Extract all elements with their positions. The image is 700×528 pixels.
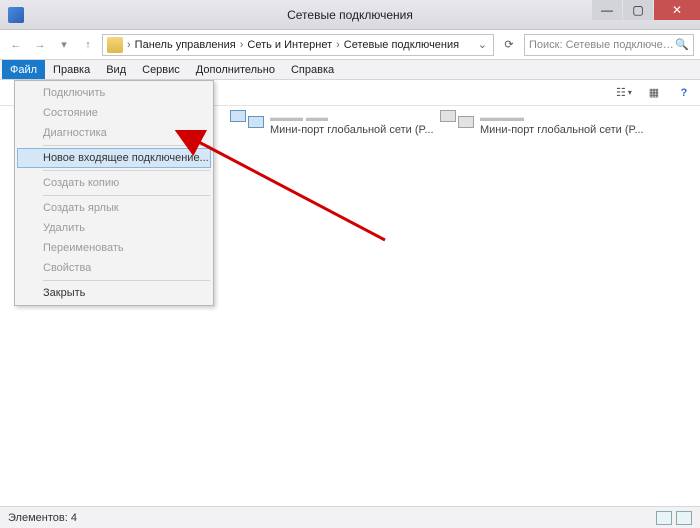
connection-subtitle: Мини-порт глобальной сети (P... — [270, 124, 434, 136]
nav-up-button[interactable]: ↑ — [78, 35, 98, 55]
status-text: Элементов: 4 — [8, 512, 77, 524]
menu-view[interactable]: Вид — [98, 60, 134, 79]
menu-item-connect[interactable]: Подключить — [17, 83, 211, 103]
file-menu-dropdown: Подключить Состояние Диагностика Новое в… — [14, 80, 214, 306]
folder-icon — [107, 37, 123, 53]
menu-item-copy[interactable]: Создать копию — [17, 173, 211, 193]
chevron-right-icon: › — [238, 39, 246, 51]
menu-item-rename[interactable]: Переименовать — [17, 238, 211, 258]
address-bar[interactable]: › Панель управления › Сеть и Интернет › … — [102, 34, 494, 56]
menu-item-new-incoming-connection[interactable]: Новое входящее подключение... — [17, 148, 211, 168]
breadcrumb-segment[interactable]: Панель управления — [135, 39, 236, 51]
menu-item-delete[interactable]: Удалить — [17, 218, 211, 238]
details-view-icon[interactable] — [656, 511, 672, 525]
status-view-icons — [656, 511, 692, 525]
window-title: Сетевые подключения — [287, 8, 413, 22]
close-button[interactable]: ✕ — [654, 0, 700, 20]
menu-help[interactable]: Справка — [283, 60, 342, 79]
network-connection-icon — [440, 110, 474, 138]
menu-tools[interactable]: Сервис — [134, 60, 188, 79]
menu-item-properties[interactable]: Свойства — [17, 258, 211, 278]
menubar: Файл Правка Вид Сервис Дополнительно Спр… — [0, 60, 700, 80]
breadcrumb-segment[interactable]: Сетевые подключения — [344, 39, 459, 51]
menu-separator — [43, 280, 210, 281]
breadcrumb-dropdown[interactable]: ⌄ — [476, 38, 489, 51]
nav-history-dropdown[interactable]: ▾ — [54, 35, 74, 55]
titlebar: Сетевые подключения — ▢ ✕ — [0, 0, 700, 30]
connection-title: ▬▬▬ ▬▬ — [270, 112, 434, 124]
search-icon: 🔍 — [675, 38, 689, 51]
minimize-button[interactable]: — — [592, 0, 622, 20]
menu-separator — [43, 195, 210, 196]
status-bar: Элементов: 4 — [0, 506, 700, 528]
connection-subtitle: Мини-порт глобальной сети (P... — [480, 124, 644, 136]
menu-file[interactable]: Файл — [2, 60, 45, 79]
menu-extra[interactable]: Дополнительно — [188, 60, 283, 79]
nav-row: ← → ▾ ↑ › Панель управления › Сеть и Инт… — [0, 30, 700, 60]
chevron-right-icon: › — [334, 39, 342, 51]
menu-item-close[interactable]: Закрыть — [17, 283, 211, 303]
breadcrumb-segment[interactable]: Сеть и Интернет — [247, 39, 332, 51]
maximize-button[interactable]: ▢ — [623, 0, 653, 20]
menu-edit[interactable]: Правка — [45, 60, 98, 79]
connection-item[interactable]: ▬▬▬▬ Мини-порт глобальной сети (P... — [440, 110, 640, 138]
window-controls: — ▢ ✕ — [591, 0, 700, 20]
refresh-button[interactable]: ⟳ — [498, 38, 520, 51]
menu-separator — [43, 170, 210, 171]
menu-separator — [43, 145, 210, 146]
connection-text: ▬▬▬ ▬▬ Мини-порт глобальной сети (P... — [270, 112, 434, 136]
search-input[interactable]: Поиск: Сетевые подключения 🔍 — [524, 34, 694, 56]
nav-forward-button[interactable]: → — [30, 35, 50, 55]
view-mode-button[interactable]: ☷▾ — [616, 85, 632, 101]
menu-item-diagnostics[interactable]: Диагностика — [17, 123, 211, 143]
connection-text: ▬▬▬▬ Мини-порт глобальной сети (P... — [480, 112, 644, 136]
nav-back-button[interactable]: ← — [6, 35, 26, 55]
layout-button[interactable]: ▦ — [646, 85, 662, 101]
menu-item-shortcut[interactable]: Создать ярлык — [17, 198, 211, 218]
app-icon — [8, 7, 24, 23]
connection-item[interactable]: ▬▬▬ ▬▬ Мини-порт глобальной сети (P... — [230, 110, 430, 138]
search-placeholder: Поиск: Сетевые подключения — [529, 39, 675, 51]
icons-view-icon[interactable] — [676, 511, 692, 525]
chevron-right-icon: › — [125, 39, 133, 51]
connection-title: ▬▬▬▬ — [480, 112, 644, 124]
help-button[interactable]: ? — [676, 85, 692, 101]
menu-item-status[interactable]: Состояние — [17, 103, 211, 123]
network-connection-icon — [230, 110, 264, 138]
